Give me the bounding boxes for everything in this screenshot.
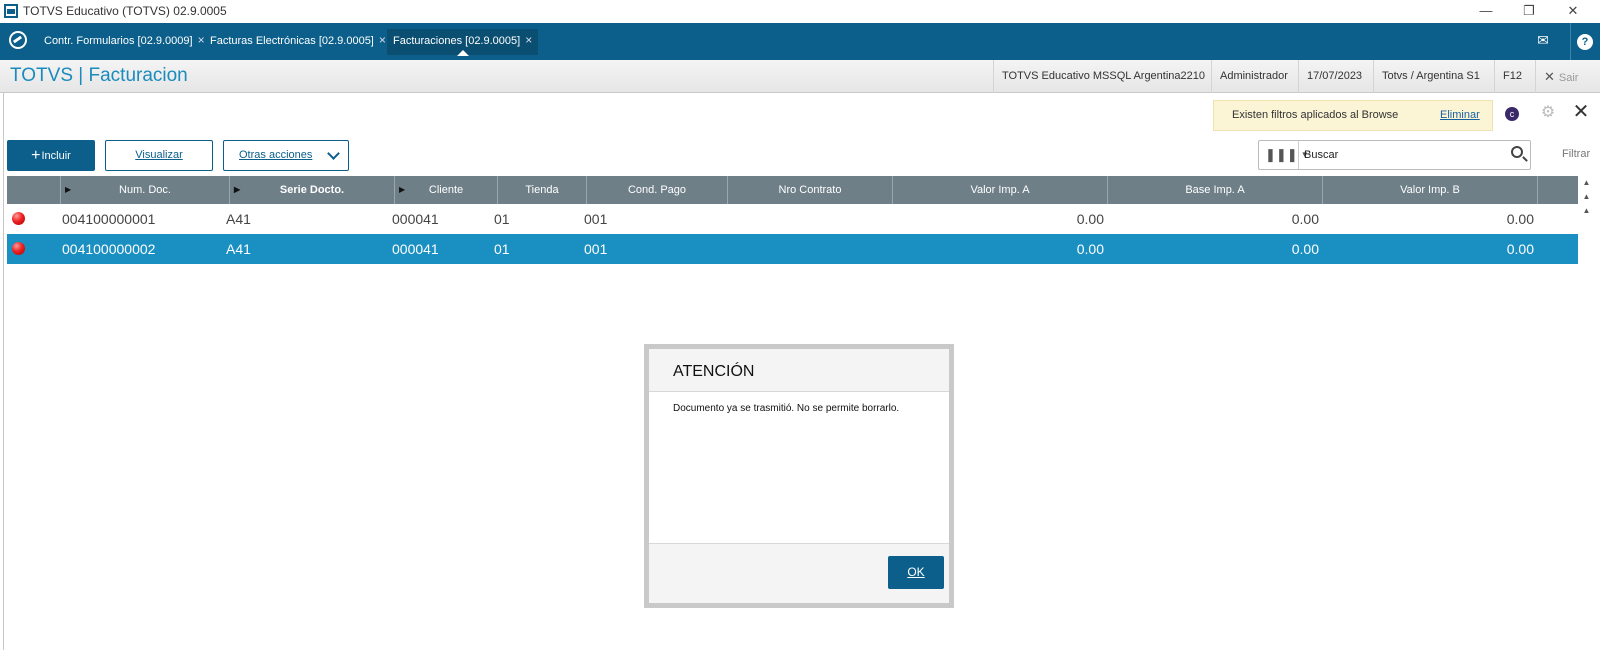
tab-label: Facturaciones [02.9.0005]	[393, 35, 521, 47]
sort-indicator-icon: ▶	[399, 185, 406, 194]
tab-facturaciones[interactable]: Facturaciones [02.9.0005] ×	[387, 29, 539, 56]
cell-valor-imp-b: 0.00	[1506, 241, 1534, 257]
home-icon[interactable]	[9, 31, 27, 49]
status-red-icon	[12, 242, 25, 255]
cell-cliente: 000041	[392, 241, 439, 257]
sort-indicator-icon: ▶	[65, 185, 72, 194]
column-header-valor-imp-a[interactable]: Valor Imp. A	[893, 176, 1108, 204]
column-header-tienda[interactable]: Tienda	[498, 176, 587, 204]
include-label: Incluir	[41, 150, 71, 162]
cell-cliente: 000041	[392, 211, 439, 227]
column-header-cond-pago[interactable]: Cond. Pago	[587, 176, 728, 204]
close-browse-icon[interactable]: ✕	[1571, 102, 1591, 122]
dialog-header: ATENCIÓN	[649, 349, 949, 392]
column-header-nro-contrato[interactable]: Nro Contrato	[728, 176, 893, 204]
other-actions-label: Otras acciones	[239, 149, 313, 161]
search-box: ❚❚❚ ▼	[1258, 140, 1531, 170]
cell-tienda: 01	[494, 211, 510, 227]
f12-shortcut[interactable]: F12	[1494, 60, 1530, 93]
grid-header: ▶ Num. Doc. ▶ Serie Docto. ▶ Cliente Tienda…	[7, 176, 1578, 204]
tab-contr-formularios[interactable]: Contr. Formularios [02.9.0009] ×	[38, 29, 211, 55]
table-row-selected[interactable]: 004100000002 A41 000041 01 001 0.00 0.00…	[7, 234, 1578, 264]
ok-button[interactable]: OK	[888, 556, 944, 589]
info-circle-icon[interactable]: c	[1505, 107, 1519, 121]
column-selector[interactable]: ❚❚❚ ▼	[1259, 141, 1309, 169]
scroll-up-icon[interactable]: ▲	[1578, 204, 1595, 218]
cell-tienda: 01	[494, 241, 510, 257]
tab-label: Contr. Formularios [02.9.0009]	[44, 35, 193, 47]
column-header-num-doc[interactable]: ▶ Num. Doc.	[61, 176, 230, 204]
branch-info[interactable]: Totvs / Argentina S1	[1373, 60, 1488, 93]
column-header-base-imp-a[interactable]: Base Imp. A	[1108, 176, 1323, 204]
sort-indicator-icon: ▶	[234, 185, 241, 194]
mail-icon[interactable]: ✉	[1532, 29, 1554, 51]
status-column-header	[7, 176, 61, 204]
search-icon[interactable]	[1511, 146, 1523, 158]
close-icon[interactable]: ✕	[1563, 2, 1583, 20]
exit-button[interactable]: ✕ Sair	[1535, 60, 1586, 93]
app-icon	[4, 4, 18, 18]
cell-cond-pago: 001	[584, 211, 608, 227]
minimize-icon[interactable]: —	[1476, 2, 1496, 20]
table-row[interactable]: 004100000001 A41 000041 01 001 0.00 0.00…	[7, 204, 1578, 234]
help-icon[interactable]: ?	[1574, 29, 1596, 51]
user-info[interactable]: Administrador	[1211, 60, 1296, 93]
cell-base-imp-a: 0.00	[1291, 211, 1319, 227]
cell-num-doc: 004100000001	[62, 211, 156, 227]
restore-icon[interactable]: ❐	[1519, 2, 1539, 20]
window-title: TOTVS Educativo (TOTVS) 02.9.0005	[23, 4, 227, 18]
other-actions-button[interactable]: Otras acciones	[223, 140, 349, 171]
scroll-page-up-icon[interactable]: ▲	[1578, 190, 1595, 204]
alert-dialog: ATENCIÓN Documento ya se trasmitió. No s…	[644, 344, 954, 608]
left-border	[3, 93, 4, 650]
active-tab-caret	[456, 50, 469, 56]
exit-label: Sair	[1558, 72, 1579, 84]
window-titlebar: TOTVS Educativo (TOTVS) 02.9.0005 — ❐ ✕	[0, 0, 1600, 23]
module-tab-bar: Contr. Formularios [02.9.0009] × Facturas…	[0, 23, 1600, 60]
app-header: TOTVS | Facturacion TOTVS Educativo MSSQ…	[0, 60, 1600, 93]
cell-serie: A41	[226, 211, 251, 227]
search-input[interactable]	[1304, 146, 1494, 164]
tab-close-icon[interactable]: ×	[379, 33, 386, 47]
filter-button[interactable]: Filtrar	[1562, 148, 1590, 160]
cell-base-imp-a: 0.00	[1291, 241, 1319, 257]
status-red-icon	[12, 212, 25, 225]
date-info[interactable]: 17/07/2023	[1298, 60, 1370, 93]
cell-valor-imp-a: 0.00	[1076, 241, 1104, 257]
column-header-cliente[interactable]: ▶ Cliente	[395, 176, 498, 204]
column-header-serie-docto[interactable]: ▶ Serie Docto.	[230, 176, 395, 204]
include-button[interactable]: +Incluir	[7, 140, 95, 171]
cell-serie: A41	[226, 241, 251, 257]
gear-icon[interactable]: ⚙	[1539, 104, 1557, 122]
tab-close-icon[interactable]: ×	[525, 33, 532, 47]
close-icon: ✕	[1544, 69, 1555, 84]
grid-scrollbar[interactable]: ▲ ▲ ▲	[1578, 176, 1595, 234]
tab-label: Facturas Electrónicas [02.9.0005]	[210, 35, 374, 47]
cell-cond-pago: 001	[584, 241, 608, 257]
remove-filter-link[interactable]: Eliminar	[1440, 101, 1480, 130]
plus-icon: +	[31, 147, 41, 164]
filter-notice-text: Existen filtros aplicados al Browse	[1232, 109, 1399, 121]
tab-facturas-electronicas[interactable]: Facturas Electrónicas [02.9.0005] ×	[204, 29, 392, 55]
tabbar-divider	[1570, 23, 1571, 60]
column-header-valor-imp-b[interactable]: Valor Imp. B	[1323, 176, 1538, 204]
chevron-down-icon	[327, 147, 340, 160]
environment-info: TOTVS Educativo MSSQL Argentina2210	[993, 60, 1213, 93]
page-title: TOTVS | Facturacion	[10, 65, 188, 86]
view-button[interactable]: Visualizar	[105, 140, 213, 171]
cell-valor-imp-b: 0.00	[1506, 211, 1534, 227]
scroll-top-icon[interactable]: ▲	[1578, 176, 1595, 190]
filter-notice: Existen filtros aplicados al Browse Elim…	[1213, 100, 1493, 131]
columns-icon: ❚❚❚	[1265, 147, 1298, 162]
cell-num-doc: 004100000002	[62, 241, 156, 257]
dialog-message: Documento ya se trasmitió. No se permite…	[673, 403, 900, 414]
dialog-footer: OK	[649, 543, 949, 603]
dialog-title: ATENCIÓN	[673, 363, 755, 380]
invoice-grid: ▶ Num. Doc. ▶ Serie Docto. ▶ Cliente Tienda…	[7, 176, 1578, 264]
cell-valor-imp-a: 0.00	[1076, 211, 1104, 227]
